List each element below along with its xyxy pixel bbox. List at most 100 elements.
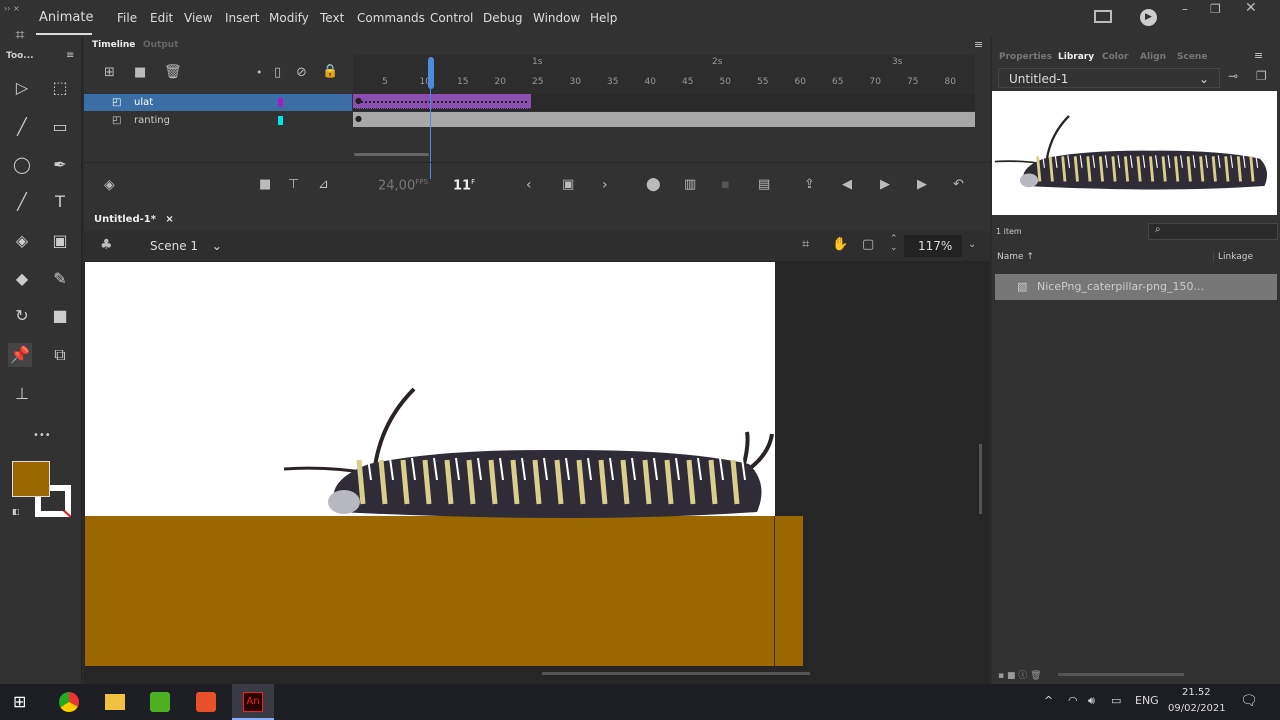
menu-text[interactable]: Text (320, 11, 344, 25)
camera-icon[interactable]: ■ (259, 177, 271, 192)
menu-debug[interactable]: Debug (483, 11, 522, 25)
lock-icon[interactable]: 🔒 (322, 64, 338, 79)
document-tab[interactable]: Untitled-1* × (94, 214, 174, 225)
step-forward-icon[interactable]: ▶ (917, 177, 927, 192)
fps-display[interactable]: 24,00FPS (378, 178, 428, 193)
free-transform-tool-icon[interactable]: ⬚ (48, 76, 72, 100)
clip-stage-icon[interactable]: ▢ (862, 237, 874, 252)
scene-selector[interactable]: Scene 1 ⌄ (150, 239, 222, 253)
insert-keyframe-icon[interactable]: ▣ (562, 177, 574, 192)
windows-start-icon[interactable]: ⊞ (13, 692, 26, 711)
menu-help[interactable]: Help (590, 11, 617, 25)
frame-display[interactable]: 11F (453, 178, 475, 193)
notifications-icon[interactable]: 🗨︎ (1240, 693, 1258, 709)
frame-ruler[interactable]: 5 10 15 20 25 30 35 40 45 50 55 60 65 70 75 80 1s 2s 3s (353, 55, 975, 95)
timeline-menu-icon[interactable]: ≡ (974, 38, 983, 51)
transform-icon[interactable]: ⌗ (8, 23, 32, 47)
clock-time[interactable]: 21.52 (1182, 687, 1211, 698)
battery-icon[interactable]: ▭ (1111, 694, 1121, 707)
new-layer-icon[interactable]: ⊞ (104, 65, 115, 80)
rotate-tool-icon[interactable]: ↻ (10, 304, 34, 328)
playhead[interactable] (428, 57, 434, 187)
paint-bucket-icon[interactable]: ◈ (10, 229, 34, 253)
column-linkage[interactable]: Linkage (1213, 252, 1253, 262)
text-tool-icon[interactable]: T (48, 190, 72, 214)
wifi-icon[interactable]: ◠ (1068, 694, 1078, 707)
eraser-tool-icon[interactable]: ◆ (10, 267, 34, 291)
close-tab-icon[interactable]: × (165, 214, 173, 225)
panel-collapse-icon[interactable]: ›› × (4, 4, 20, 13)
oval-tool-icon[interactable]: ◯ (10, 153, 34, 177)
tab-output[interactable]: Output (143, 40, 179, 50)
timeline-scrollbar[interactable] (354, 153, 429, 156)
bone-tool-icon[interactable]: ✎ (48, 267, 72, 291)
layer-row-ranting[interactable]: ◰ ranting (84, 112, 352, 129)
snap-icon[interactable]: ⌗ (802, 237, 809, 252)
zoom-stepper[interactable]: ⌃ ⌄ (890, 235, 898, 253)
menu-view[interactable]: View (184, 11, 212, 25)
camera-tool-icon[interactable]: ■ (48, 304, 72, 328)
menu-edit[interactable]: Edit (150, 11, 173, 25)
tab-timeline[interactable]: Timeline (92, 40, 135, 50)
prev-keyframe-icon[interactable]: ‹ (526, 177, 532, 193)
minimize-icon[interactable]: – (1182, 2, 1188, 16)
graph-icon[interactable]: ⊿ (318, 177, 329, 192)
restore-icon[interactable]: ❐ (1210, 2, 1221, 16)
new-library-icon[interactable]: ❐ (1256, 69, 1267, 83)
brush-tool-icon[interactable]: ╱ (10, 115, 34, 139)
more-tools-button[interactable]: ••• (33, 430, 51, 441)
fill-color-swatch[interactable] (12, 461, 50, 497)
layers-icon[interactable]: ◈ (104, 177, 115, 193)
menu-window[interactable]: Window (533, 11, 580, 25)
tools-menu-icon[interactable]: ≡ (66, 50, 74, 61)
tab-align[interactable]: Align (1140, 52, 1166, 62)
tab-library[interactable]: Library (1058, 52, 1094, 62)
library-document-select[interactable]: Untitled-1 ⌄ (998, 68, 1220, 88)
highlight-icon[interactable]: • (256, 66, 263, 79)
chrome-icon[interactable] (59, 692, 79, 712)
selection-tool-icon[interactable]: ▷ (10, 76, 34, 100)
clock-date[interactable]: 09/02/2021 (1168, 703, 1226, 714)
close-icon[interactable]: ✕ (1245, 0, 1257, 16)
layer-row-ulat[interactable]: ◰ ulat (84, 94, 352, 111)
animate-taskbar-button[interactable]: An (232, 684, 274, 720)
library-footer-icons[interactable]: ▪ ■ ⓘ 🗑 (998, 668, 1042, 681)
recorder-icon[interactable] (196, 692, 216, 712)
next-keyframe-icon[interactable]: › (602, 177, 608, 193)
test-movie-icon[interactable]: ▶ (1140, 9, 1157, 26)
subselection-icon[interactable]: ⊥ (10, 382, 34, 406)
pin-library-icon[interactable]: ⊸ (1228, 69, 1238, 83)
library-search-input[interactable]: ⌕ (1148, 223, 1278, 240)
outline-icon[interactable]: ▯ (274, 65, 281, 80)
tween-icon[interactable]: ▪ (721, 177, 730, 192)
hide-icon[interactable]: ⊘ (296, 65, 307, 80)
menu-file[interactable]: File (117, 11, 137, 25)
pin-tool-icon[interactable]: 📌 (8, 343, 32, 367)
step-back-icon[interactable]: ◀ (842, 177, 852, 192)
workspace-icon[interactable] (1094, 10, 1112, 23)
zoom-dropdown-icon[interactable]: ⌄ (968, 239, 976, 250)
horizontal-scrollbar[interactable] (542, 672, 810, 675)
default-colors-icon[interactable]: ◧ (12, 507, 20, 516)
column-name[interactable]: Name ↑ (997, 252, 1034, 262)
tab-color[interactable]: Color (1102, 52, 1129, 62)
zoom-input[interactable]: 117% (904, 235, 962, 257)
branch-shape[interactable] (85, 516, 803, 666)
volume-icon[interactable]: 🔊︎ (1088, 694, 1095, 708)
library-item[interactable]: ▨ NicePng_caterpillar-png_150... (995, 274, 1277, 300)
rewind-icon[interactable]: ↶ (953, 177, 964, 192)
binding-tool-icon[interactable]: ⧉ (48, 343, 72, 367)
language-indicator[interactable]: ENG (1135, 694, 1159, 707)
hand-icon[interactable]: ✋ (832, 237, 848, 252)
tab-properties[interactable]: Properties (999, 52, 1052, 62)
menu-commands[interactable]: Commands (357, 11, 425, 25)
library-scrollbar[interactable] (1058, 673, 1184, 676)
ulat-frames-span[interactable]: ● (353, 94, 531, 109)
vertical-scrollbar[interactable] (979, 444, 982, 514)
insert-blank-icon[interactable]: ▤ (758, 177, 770, 192)
delete-layer-icon[interactable]: 🗑 (164, 64, 182, 80)
tab-scene[interactable]: Scene (1177, 52, 1207, 62)
play-icon[interactable]: ▶ (880, 177, 890, 192)
rectangle-tool-icon[interactable]: ▭ (48, 115, 72, 139)
panel-menu-icon[interactable]: ≡ (1254, 49, 1263, 62)
